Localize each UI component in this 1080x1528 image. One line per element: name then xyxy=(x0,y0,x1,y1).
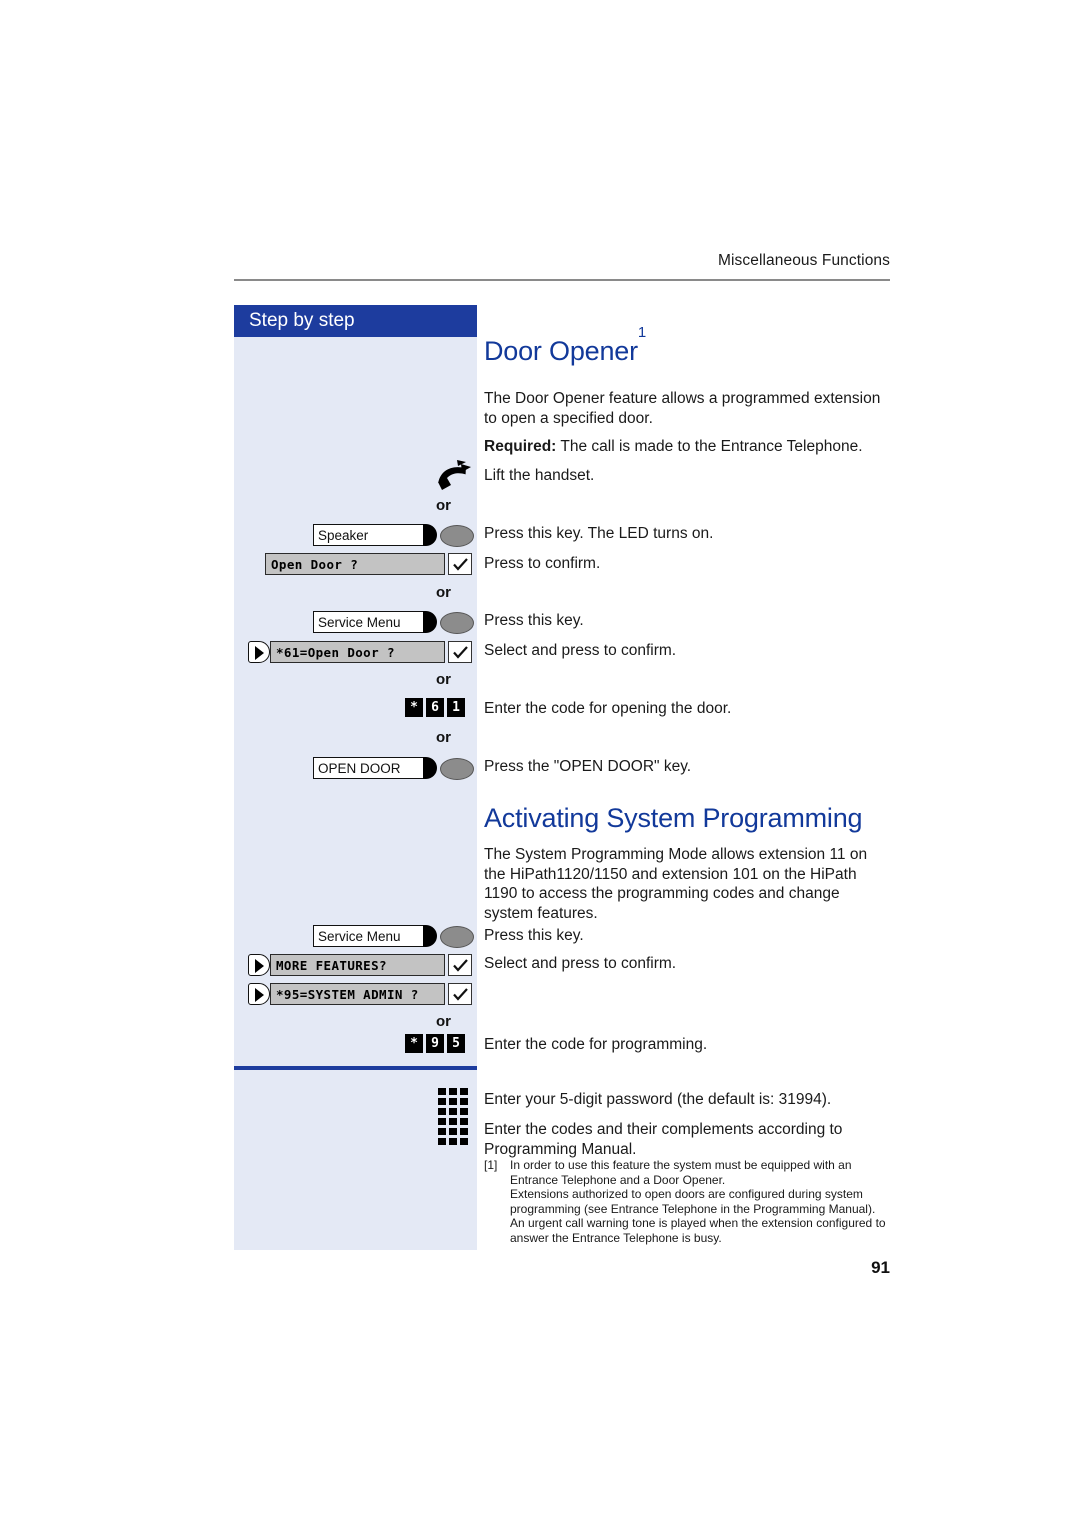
open-door-key-text: Press the "OPEN DOOR" key. xyxy=(484,758,692,775)
service-menu-key-2-plate: Service Menu xyxy=(313,925,423,947)
system-admin-code-text: Enter the code for programming. xyxy=(484,1036,708,1053)
system-admin-display-row[interactable]: *95=SYSTEM ADMIN ? xyxy=(248,983,472,1005)
checkmark-icon[interactable] xyxy=(448,983,472,1005)
dialpad-icon[interactable] xyxy=(438,1088,472,1118)
digit-key[interactable]: * xyxy=(405,698,423,717)
speaker-key-nose xyxy=(423,524,437,546)
select-arrow-icon[interactable] xyxy=(248,641,270,663)
digit-key[interactable]: 6 xyxy=(426,698,444,717)
service-menu-key-plate: Service Menu xyxy=(313,611,423,633)
sidebar-title: Step by step xyxy=(249,310,355,331)
open-door-code-keys[interactable]: * 6 1 xyxy=(405,698,468,717)
required-label: Required: xyxy=(484,438,557,455)
open-door-key-plate: OPEN DOOR xyxy=(313,757,423,779)
service-menu-key-nose xyxy=(423,611,437,633)
footnote-line: In order to use this feature the system … xyxy=(510,1158,852,1187)
more-features-display: MORE FEATURES? xyxy=(270,954,445,976)
more-features-select-text: Select and press to confirm. xyxy=(484,955,677,972)
required-text: The call is made to the Entrance Telepho… xyxy=(560,438,863,455)
speaker-key[interactable]: Speaker xyxy=(313,524,474,547)
header-rule xyxy=(234,279,890,281)
or-separator-2: or xyxy=(436,584,451,601)
or-separator-4: or xyxy=(436,729,451,746)
system-admin-display-text: *95=SYSTEM ADMIN ? xyxy=(276,987,419,1002)
footnote-marker: 1 xyxy=(637,324,647,342)
open-door-key-icon[interactable] xyxy=(440,758,474,780)
service-menu-key-2-text: Press this key. xyxy=(484,927,584,944)
open-door-confirm-text: Press to confirm. xyxy=(484,555,601,572)
service-menu-key-icon[interactable] xyxy=(440,612,474,634)
footnote-mark: [1] xyxy=(484,1158,498,1172)
digit-key[interactable]: 9 xyxy=(426,1034,444,1053)
checkmark-icon[interactable] xyxy=(448,954,472,976)
checkmark-icon[interactable] xyxy=(448,641,472,663)
service-menu-key-1[interactable]: Service Menu xyxy=(313,611,474,634)
open-door-key-nose xyxy=(423,757,437,779)
system-admin-code-keys[interactable]: * 9 5 xyxy=(405,1034,468,1053)
digit-key[interactable]: 1 xyxy=(447,698,465,717)
footnote-line: Extensions authorized to open doors are … xyxy=(510,1187,876,1216)
lift-handset-text: Lift the handset. xyxy=(484,467,595,484)
select-arrow-icon[interactable] xyxy=(248,983,270,1005)
more-features-display-row[interactable]: MORE FEATURES? xyxy=(248,954,472,976)
open-door-display-row[interactable]: Open Door ? xyxy=(265,553,472,575)
or-separator-3: or xyxy=(436,671,451,688)
or-separator-1: or xyxy=(436,497,451,514)
service-menu-key-icon[interactable] xyxy=(440,926,474,948)
codes-entry-text: Enter the codes and their complements ac… xyxy=(484,1121,843,1158)
system-programming-title-text: Activating System Programming xyxy=(484,803,863,833)
system-programming-intro: The System Programming Mode allows exten… xyxy=(484,846,868,922)
door-opener-required: Required: The call is made to the Entran… xyxy=(484,437,890,457)
door-opener-intro: The Door Opener feature allows a program… xyxy=(484,390,881,427)
open-door-code-display-text: *61=Open Door ? xyxy=(276,645,395,660)
open-door-key[interactable]: OPEN DOOR xyxy=(313,757,474,780)
or-separator-5: or xyxy=(436,1013,451,1030)
page-number: 91 xyxy=(871,1258,890,1277)
footnote-body: In order to use this feature the system … xyxy=(510,1158,890,1245)
open-door-code-display-row[interactable]: *61=Open Door ? xyxy=(248,641,472,663)
service-menu-key-2-nose xyxy=(423,925,437,947)
running-header: Miscellaneous Functions xyxy=(717,252,890,269)
open-door-display-text: Open Door ? xyxy=(271,557,359,572)
password-entry-text: Enter your 5-digit password (the default… xyxy=(484,1091,832,1108)
speaker-key-icon[interactable] xyxy=(440,525,474,547)
speaker-key-text: Press this key. The LED turns on. xyxy=(484,525,714,542)
open-door-code-select-text: Select and press to confirm. xyxy=(484,642,677,659)
digit-key[interactable]: * xyxy=(405,1034,423,1053)
footnote-line: An urgent call warning tone is played wh… xyxy=(510,1216,886,1245)
open-door-code-text: Enter the code for opening the door. xyxy=(484,700,732,717)
select-arrow-icon[interactable] xyxy=(248,954,270,976)
digit-key[interactable]: 5 xyxy=(447,1034,465,1053)
system-admin-display: *95=SYSTEM ADMIN ? xyxy=(270,983,445,1005)
open-door-code-display: *61=Open Door ? xyxy=(270,641,445,663)
page-title-door-opener: Door Opener1 xyxy=(484,324,646,367)
page-title-system-programming: Activating System Programming xyxy=(484,803,863,834)
open-door-display: Open Door ? xyxy=(265,553,445,575)
service-menu-key-label: Service Menu xyxy=(318,615,401,630)
more-features-display-text: MORE FEATURES? xyxy=(276,958,387,973)
sidebar-title-bar: Step by step xyxy=(234,305,477,337)
service-menu-key-1-text: Press this key. xyxy=(484,612,584,629)
dialpad-icon[interactable] xyxy=(438,1118,472,1148)
footnote: [1] In order to use this feature the sys… xyxy=(484,1158,890,1245)
open-door-key-label: OPEN DOOR xyxy=(318,761,401,776)
service-menu-key-2[interactable]: Service Menu xyxy=(313,925,474,948)
speaker-key-plate: Speaker xyxy=(313,524,423,546)
service-menu-key-2-label: Service Menu xyxy=(318,929,401,944)
speaker-key-label: Speaker xyxy=(318,528,369,543)
page-title-text: Door Opener xyxy=(484,336,638,366)
sidebar-divider xyxy=(234,1066,477,1070)
handset-lifted-icon xyxy=(434,459,474,498)
checkmark-icon[interactable] xyxy=(448,553,472,575)
